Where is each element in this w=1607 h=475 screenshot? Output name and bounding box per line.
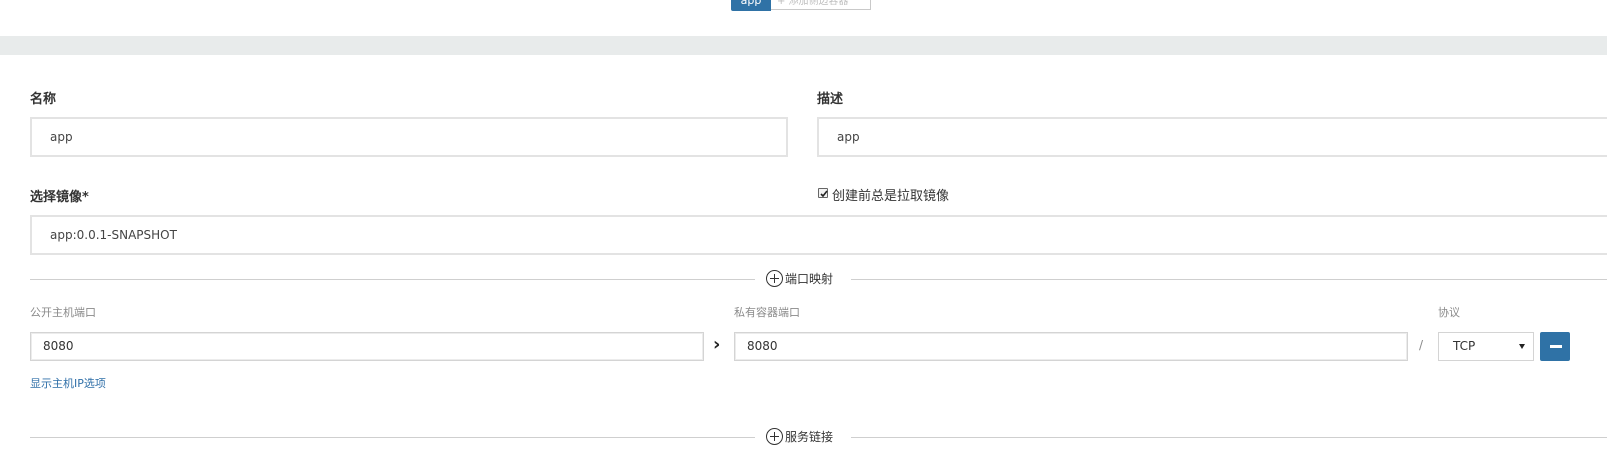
image-label: 选择镜像*: [30, 190, 89, 205]
divider-left: [30, 279, 755, 280]
plus-circle-icon: [766, 428, 783, 445]
show-host-ip-link[interactable]: 显示主机IP选项: [30, 375, 106, 391]
container-tabs: app + 添加侧边容器: [731, 0, 871, 11]
private-port-input[interactable]: 8080: [734, 332, 1408, 361]
image-input[interactable]: app:0.0.1-SNAPSHOT: [30, 215, 1607, 255]
public-port-input[interactable]: 8080: [30, 332, 704, 361]
name-input[interactable]: app: [30, 117, 788, 157]
public-port-label: 公开主机端口: [30, 306, 96, 319]
tab-app[interactable]: app: [731, 0, 771, 11]
arrow-right-icon: ›: [713, 334, 721, 355]
caret-down-icon: [1519, 344, 1525, 349]
checkmark-icon: [820, 190, 828, 198]
divider-right: [851, 279, 1607, 280]
tab-add-sidekick[interactable]: + 添加侧边容器: [771, 0, 871, 10]
service-links-toggle[interactable]: 服务链接: [766, 428, 833, 445]
divider-left-2: [30, 437, 755, 438]
service-links-title: 服务链接: [785, 430, 834, 444]
pull-image-label: 创建前总是拉取镜像: [832, 189, 950, 204]
divider-right-2: [851, 437, 1607, 438]
name-label: 名称: [30, 92, 57, 107]
section-separator-band: [0, 36, 1607, 55]
port-mapping-toggle[interactable]: 端口映射: [766, 270, 833, 287]
description-label: 描述: [817, 92, 844, 107]
minus-icon: [1550, 345, 1562, 348]
protocol-select[interactable]: TCP: [1438, 332, 1534, 361]
private-port-label: 私有容器端口: [734, 306, 800, 319]
description-input[interactable]: app: [817, 117, 1607, 157]
plus-circle-icon: [766, 270, 783, 287]
port-mapping-title: 端口映射: [785, 272, 834, 286]
protocol-value: TCP: [1453, 339, 1476, 353]
protocol-label: 协议: [1438, 306, 1460, 319]
port-separator: /: [1419, 338, 1424, 352]
pull-image-checkbox[interactable]: [818, 188, 828, 198]
remove-port-button[interactable]: [1540, 332, 1570, 361]
